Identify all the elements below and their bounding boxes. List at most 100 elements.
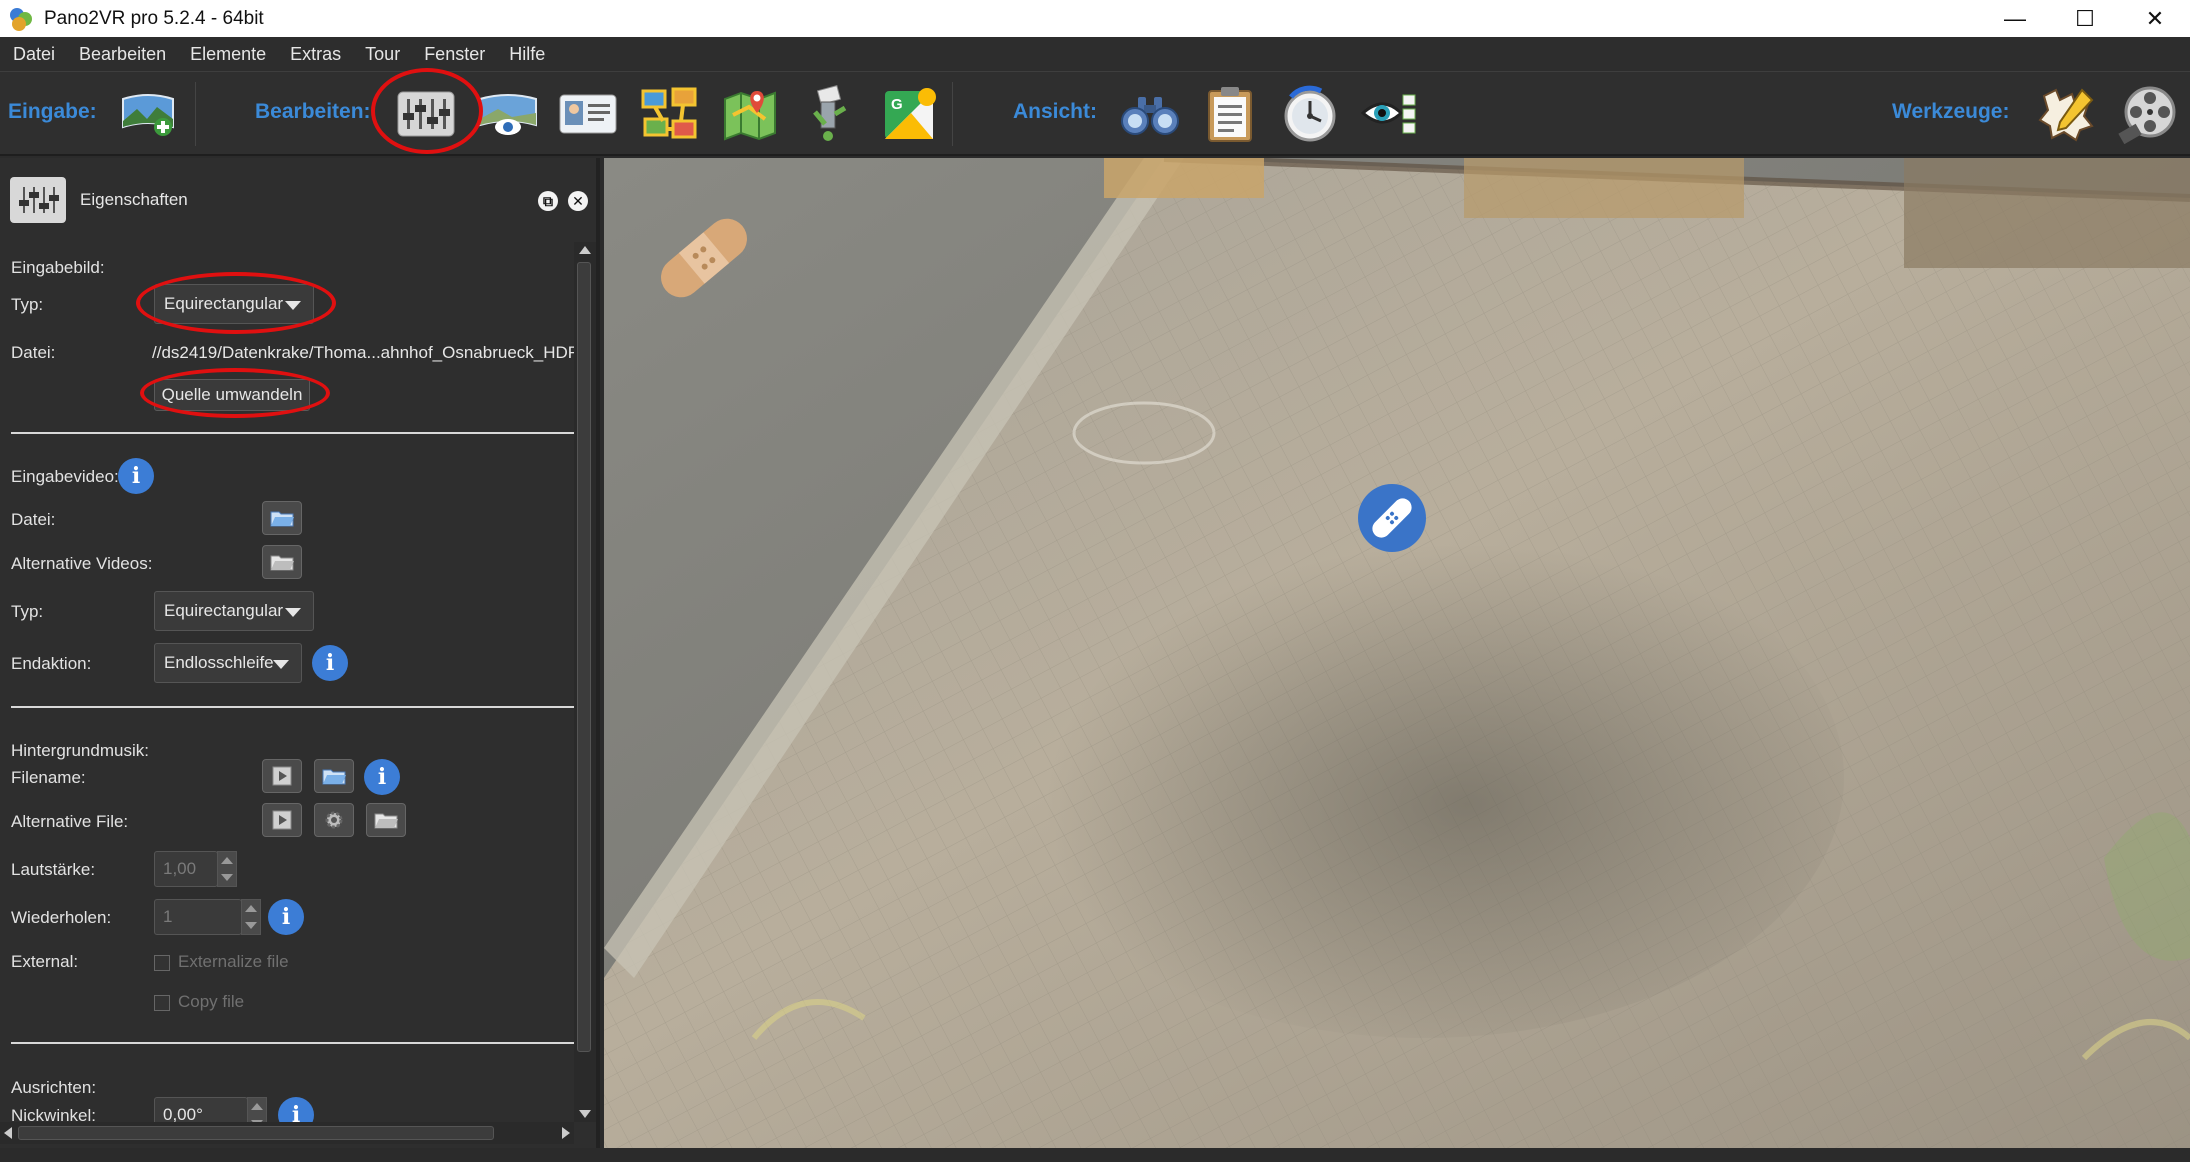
info-icon[interactable]: i bbox=[312, 645, 348, 681]
volume-label: Lautstärke: bbox=[11, 860, 96, 879]
chevron-down-icon bbox=[285, 301, 301, 310]
google-street-view-icon[interactable]: G bbox=[880, 84, 940, 144]
compass-clock-icon[interactable] bbox=[1280, 84, 1340, 144]
volume-stepper[interactable]: 1,00 bbox=[154, 851, 237, 887]
info-icon[interactable]: i bbox=[268, 899, 304, 935]
maximize-button[interactable]: ☐ bbox=[2050, 0, 2120, 37]
input-video-file-label: Datei: bbox=[11, 510, 56, 529]
open-folder-icon[interactable] bbox=[314, 759, 354, 793]
scrollbar-thumb[interactable] bbox=[577, 262, 591, 1052]
section-divider bbox=[11, 706, 574, 708]
viewing-parameters-icon[interactable] bbox=[478, 84, 538, 144]
input-image-file-path: //ds2419/Datenkrake/Thoma...ahnhof_Osnab… bbox=[152, 343, 574, 362]
window-controls: — ☐ ✕ bbox=[1980, 0, 2190, 37]
input-video-type-value: Equirectangular bbox=[164, 601, 284, 620]
gear-icon[interactable] bbox=[314, 803, 354, 837]
menu-bearbeiten[interactable]: Bearbeiten bbox=[67, 37, 178, 72]
menu-datei[interactable]: Datei bbox=[0, 37, 67, 72]
open-folder-icon[interactable] bbox=[262, 501, 302, 535]
copy-file-label: Copy file bbox=[178, 992, 245, 1011]
scroll-right-icon[interactable] bbox=[562, 1127, 570, 1139]
scroll-up-icon[interactable] bbox=[579, 246, 591, 254]
music-alt-label: Alternative File: bbox=[11, 812, 129, 831]
eye-checklist-icon[interactable] bbox=[1360, 84, 1420, 144]
input-video-type-label: Typ: bbox=[11, 602, 44, 621]
properties-sliders-icon bbox=[10, 177, 66, 223]
end-action-label: Endaktion: bbox=[11, 654, 92, 673]
map-pin-icon[interactable] bbox=[720, 84, 780, 144]
float-panel-icon[interactable]: ⧉ bbox=[538, 191, 558, 211]
minimize-button[interactable]: — bbox=[1980, 0, 2050, 37]
input-image-type-label: Typ: bbox=[11, 295, 44, 314]
input-image-heading: Eingabebild: bbox=[11, 258, 105, 277]
info-icon[interactable]: i bbox=[118, 458, 154, 494]
panel-title: Eigenschaften bbox=[80, 190, 188, 209]
properties-scroll-area: Eingabebild: Typ: Equirectangular Datei:… bbox=[0, 242, 574, 1122]
input-section-label: Eingabe: bbox=[8, 100, 97, 123]
externalize-checkbox[interactable] bbox=[154, 955, 170, 971]
clipboard-icon[interactable] bbox=[1200, 84, 1260, 144]
input-video-alt-label: Alternative Videos: bbox=[11, 554, 153, 573]
convert-source-button[interactable]: Quelle umwandeln bbox=[154, 379, 310, 411]
status-strip bbox=[0, 1148, 2190, 1162]
tools-section-label: Werkzeuge: bbox=[1892, 100, 2010, 123]
menu-fenster[interactable]: Fenster bbox=[412, 37, 497, 72]
menu-elemente[interactable]: Elemente bbox=[178, 37, 278, 72]
panorama-viewer[interactable] bbox=[604, 158, 2190, 1148]
horizontal-scrollbar[interactable] bbox=[0, 1122, 574, 1144]
tilt-label: Nickwinkel: bbox=[11, 1106, 97, 1122]
svg-text:G: G bbox=[891, 96, 903, 113]
edit-section-label: Bearbeiten: bbox=[255, 100, 371, 123]
patch-icon[interactable] bbox=[800, 84, 860, 144]
scrollbar-thumb[interactable] bbox=[18, 1126, 494, 1140]
toolbar-separator bbox=[195, 82, 196, 146]
open-folder-icon[interactable] bbox=[366, 803, 406, 837]
play-icon[interactable] bbox=[262, 803, 302, 837]
play-icon[interactable] bbox=[262, 759, 302, 793]
input-video-type-select[interactable]: Equirectangular bbox=[154, 591, 314, 631]
view-section-label: Ansicht: bbox=[1013, 100, 1097, 123]
align-heading: Ausrichten: bbox=[11, 1078, 97, 1097]
binoculars-icon[interactable] bbox=[1120, 84, 1180, 144]
open-folder-icon[interactable] bbox=[262, 545, 302, 579]
tour-map-icon[interactable] bbox=[640, 84, 700, 144]
properties-sliders-icon[interactable] bbox=[396, 84, 456, 144]
repeat-stepper[interactable]: 1 bbox=[154, 899, 261, 935]
tilt-stepper[interactable]: 0,00° bbox=[154, 1097, 267, 1122]
input-image-type-value: Equirectangular bbox=[164, 294, 284, 313]
input-image-type-select[interactable]: Equirectangular bbox=[154, 284, 314, 324]
close-panel-icon[interactable]: ✕ bbox=[568, 191, 588, 211]
input-image-file-label: Datei: bbox=[11, 343, 56, 362]
info-icon[interactable]: i bbox=[364, 759, 400, 795]
title-bar: Pano2VR pro 5.2.4 - 64bit — ☐ ✕ bbox=[0, 0, 2190, 37]
stepper-arrows[interactable] bbox=[241, 899, 261, 935]
stepper-arrows[interactable] bbox=[247, 1097, 267, 1122]
film-reel-icon[interactable] bbox=[2118, 84, 2178, 144]
end-action-select[interactable]: Endlosschleife bbox=[154, 643, 302, 683]
close-button[interactable]: ✕ bbox=[2120, 0, 2190, 37]
skin-editor-icon[interactable] bbox=[2036, 84, 2096, 144]
copy-file-checkbox[interactable] bbox=[154, 995, 170, 1011]
scroll-down-icon[interactable] bbox=[579, 1110, 591, 1118]
stepper-arrows[interactable] bbox=[217, 851, 237, 887]
section-divider bbox=[11, 1042, 574, 1044]
hotspot-patch-icon[interactable] bbox=[1358, 484, 1426, 552]
properties-panel: Eigenschaften ⧉ ✕ Eingabebild: Typ: Equi… bbox=[0, 158, 600, 1158]
info-icon[interactable]: i bbox=[278, 1097, 314, 1122]
repeat-value: 1 bbox=[163, 907, 173, 926]
chevron-down-icon bbox=[285, 608, 301, 617]
menu-extras[interactable]: Extras bbox=[278, 37, 353, 72]
add-panorama-icon[interactable] bbox=[118, 84, 178, 144]
menu-hilfe[interactable]: Hilfe bbox=[497, 37, 557, 72]
section-divider bbox=[11, 432, 574, 434]
scroll-left-icon[interactable] bbox=[4, 1127, 12, 1139]
input-video-heading: Eingabevideo: bbox=[11, 467, 119, 486]
user-data-icon[interactable] bbox=[558, 84, 618, 144]
window-title: Pano2VR pro 5.2.4 - 64bit bbox=[44, 7, 264, 29]
menu-tour[interactable]: Tour bbox=[353, 37, 412, 72]
repeat-label: Wiederholen: bbox=[11, 908, 112, 927]
panel-header: Eigenschaften ⧉ ✕ bbox=[0, 158, 596, 242]
vertical-scrollbar[interactable] bbox=[574, 242, 596, 1122]
chevron-down-icon bbox=[273, 660, 289, 669]
volume-value: 1,00 bbox=[163, 859, 197, 878]
